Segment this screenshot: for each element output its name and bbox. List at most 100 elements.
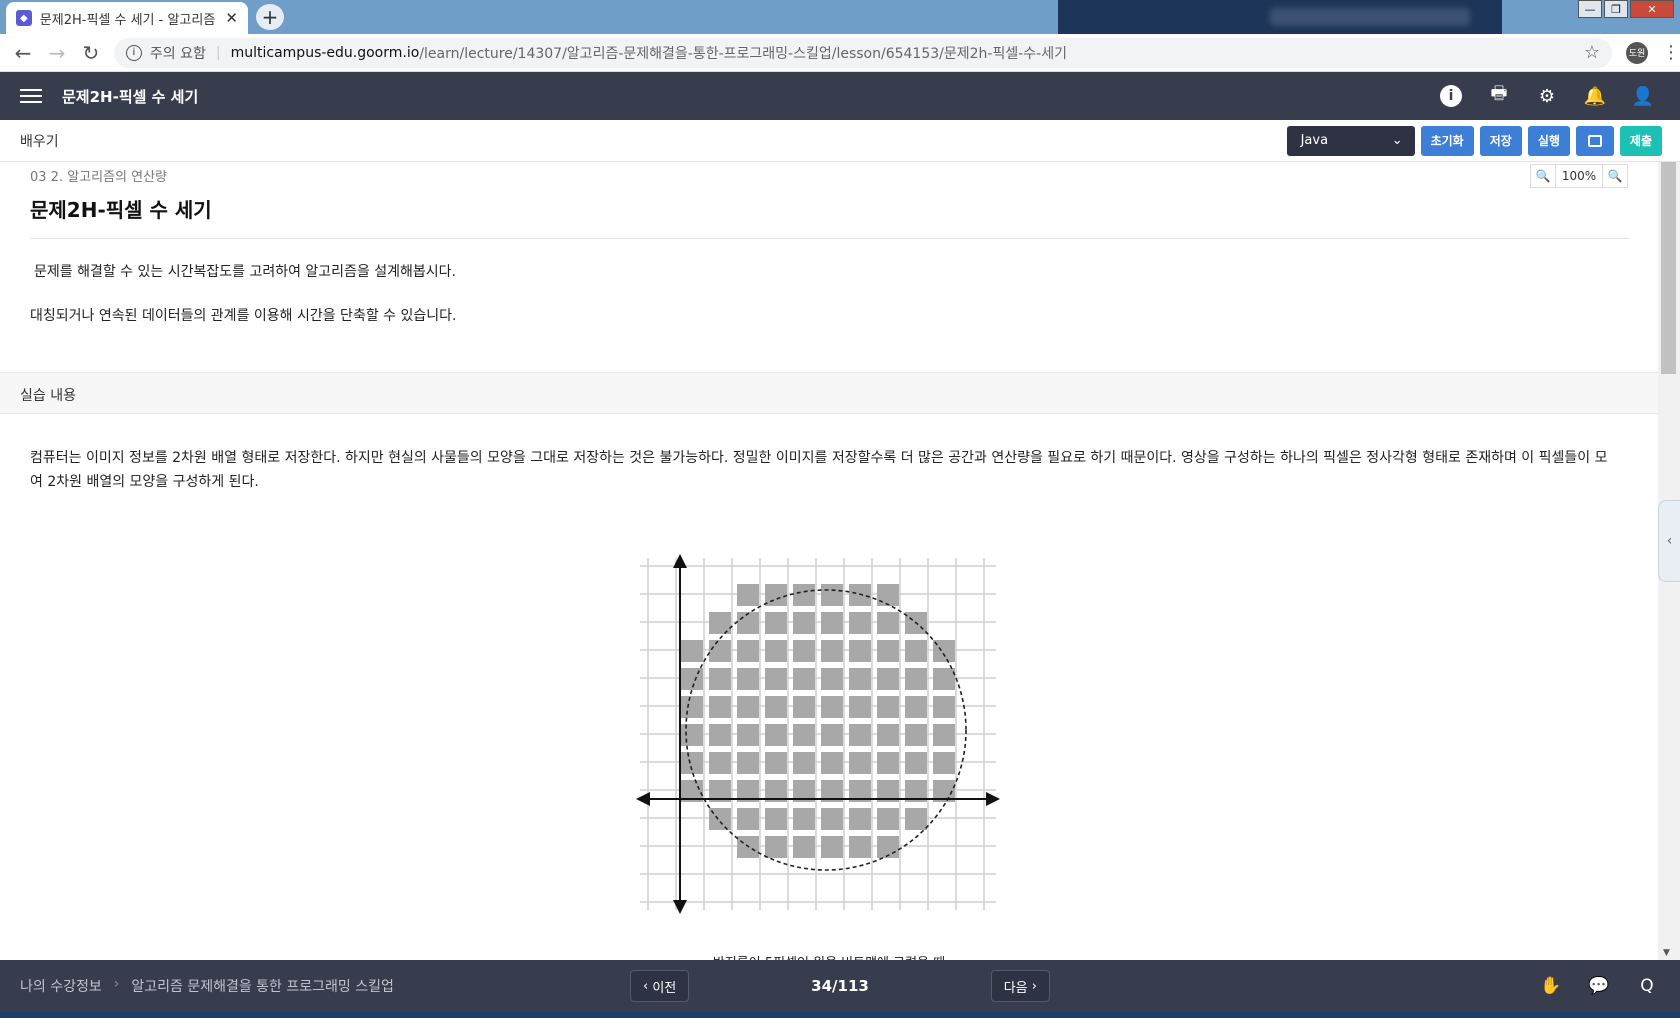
filled-pixel <box>765 808 787 830</box>
chat-icon[interactable]: 💬 <box>1588 975 1610 997</box>
description-line-2: 대칭되거나 연속된 데이터들의 관계를 이용해 시간을 단축할 수 있습니다. <box>30 308 457 324</box>
learn-label: 배우기 <box>20 133 59 150</box>
description-line-1: 문제를 해결할 수 있는 시간복잡도를 고려하여 알고리즘을 설계해봅시다. <box>34 264 456 280</box>
filled-pixel <box>793 752 815 774</box>
filled-pixel <box>933 724 955 746</box>
filled-pixel <box>877 808 899 830</box>
filled-pixel <box>849 668 871 690</box>
filled-pixel <box>821 724 843 746</box>
filled-pixel <box>877 668 899 690</box>
filled-pixel <box>905 696 927 718</box>
zoom-level: 100% <box>1555 165 1603 187</box>
filled-pixel <box>849 640 871 662</box>
pixel-circle-figure <box>636 554 1000 914</box>
reset-button[interactable]: 초기화 <box>1420 125 1474 156</box>
run-button[interactable]: 실행 <box>1527 125 1570 156</box>
filled-pixel <box>737 612 759 634</box>
forward-arrow-icon[interactable]: → <box>46 41 68 65</box>
raise-hand-icon[interactable]: ✋ <box>1540 975 1562 997</box>
filled-pixel <box>877 724 899 746</box>
filled-pixel <box>737 724 759 746</box>
bookmark-star-icon[interactable]: ☆ <box>1584 42 1600 63</box>
submit-button[interactable]: 제출 <box>1619 125 1662 156</box>
filled-pixel <box>821 668 843 690</box>
filled-pixel <box>737 640 759 662</box>
filled-pixel <box>765 584 787 606</box>
filled-pixel <box>681 752 703 774</box>
side-panel-toggle-icon[interactable]: ‹ <box>1658 500 1680 582</box>
menu-icon[interactable] <box>20 89 42 103</box>
zoom-in-icon[interactable]: 🔍 <box>1603 165 1627 187</box>
filled-pixel <box>737 808 759 830</box>
filled-pixel <box>681 724 703 746</box>
chevron-left-icon: ‹ <box>643 978 653 994</box>
bell-icon[interactable]: 🔔 <box>1584 85 1606 107</box>
save-button[interactable]: 저장 <box>1479 125 1522 156</box>
filled-pixel <box>765 696 787 718</box>
breadcrumb-my-courses[interactable]: 나의 수강정보 <box>20 976 102 996</box>
breadcrumb-course[interactable]: 알고리즘 문제해결을 통한 프로그래밍 스킬업 <box>131 976 394 996</box>
page-title: 문제2H-픽셀 수 세기 <box>62 87 199 106</box>
footer-bar: 나의 수강정보 › 알고리즘 문제해결을 통한 프로그래밍 스킬업 ‹ 이전 3… <box>0 960 1680 1012</box>
filled-pixel <box>709 752 731 774</box>
tab-close-icon[interactable]: ✕ <box>225 9 238 27</box>
prev-button[interactable]: ‹ 이전 <box>630 970 690 1002</box>
user-icon[interactable]: 👤 <box>1632 85 1654 107</box>
filled-pixel <box>877 752 899 774</box>
close-window-icon[interactable]: ✕ <box>1630 0 1674 18</box>
next-label: 다음 <box>1003 980 1028 996</box>
url-input[interactable]: i 주의 요함 | multicampus-edu.goorm.io /lear… <box>113 37 1613 68</box>
back-arrow-icon[interactable]: ← <box>12 41 34 65</box>
new-tab-button[interactable]: + <box>256 4 284 30</box>
zoom-control: 🔍 100% 🔍 <box>1530 164 1628 188</box>
zoom-out-icon[interactable]: 🔍 <box>1531 165 1555 187</box>
qa-icon[interactable]: Q <box>1636 975 1658 997</box>
filled-pixel <box>849 836 871 858</box>
section-title: 실습 내용 <box>20 388 76 404</box>
browser-menu-icon[interactable]: ⋮ <box>1662 42 1680 63</box>
filled-pixel <box>709 668 731 690</box>
filled-pixel <box>681 640 703 662</box>
y-axis-arrow-up <box>673 554 687 568</box>
filled-pixel <box>765 724 787 746</box>
minimize-icon[interactable]: — <box>1578 0 1602 18</box>
browser-tab-active[interactable]: ◆ 문제2H-픽셀 수 세기 - 알고리즘 ✕ <box>6 2 248 34</box>
filled-pixel <box>849 808 871 830</box>
filled-pixel <box>905 724 927 746</box>
x-axis-arrow-left <box>636 792 650 806</box>
filled-pixel <box>821 584 843 606</box>
filled-pixel <box>821 696 843 718</box>
section-header: 실습 내용 <box>0 372 1658 414</box>
filled-pixel <box>877 696 899 718</box>
scrollbar-thumb[interactable] <box>1661 162 1676 374</box>
print-icon[interactable]: 🖶 <box>1488 83 1510 107</box>
page-count: 34/113 <box>811 977 869 995</box>
filled-pixel <box>793 640 815 662</box>
filled-pixel <box>849 612 871 634</box>
next-button[interactable]: 다음 › <box>990 970 1050 1002</box>
filled-pixel <box>849 724 871 746</box>
address-bar: ← → ↻ i 주의 요함 | multicampus-edu.goorm.io… <box>0 34 1680 72</box>
filled-pixel <box>765 752 787 774</box>
url-path: /learn/lecture/14307/알고리즘-문제해결을-통한-프로그래밍… <box>419 45 1067 62</box>
info-icon[interactable]: i <box>125 44 142 61</box>
restore-icon[interactable]: ❐ <box>1604 0 1628 18</box>
reload-icon[interactable]: ↻ <box>80 41 102 65</box>
filled-pixel <box>681 696 703 718</box>
problem-body: 컴퓨터는 이미지 정보를 2차원 배열 형태로 저장한다. 하지만 현실의 사물… <box>30 450 1608 490</box>
gear-icon[interactable]: ⚙ <box>1536 85 1558 107</box>
filled-pixel <box>905 808 927 830</box>
lesson-pager: ‹ 이전 34/113 다음 › <box>630 970 1050 1002</box>
terminal-button[interactable] <box>1575 125 1614 156</box>
info-icon[interactable]: i <box>1440 85 1462 107</box>
goorm-favicon-icon: ◆ <box>16 10 32 26</box>
filled-pixel <box>793 724 815 746</box>
profile-avatar[interactable]: 도원 <box>1626 41 1648 64</box>
filled-pixel <box>933 668 955 690</box>
x-axis-arrow-right <box>986 792 1000 806</box>
filled-pixel <box>933 752 955 774</box>
language-select[interactable]: Java ⌄ <box>1286 125 1415 156</box>
scroll-down-icon[interactable]: ▼ <box>1663 948 1670 958</box>
filled-pixel <box>709 696 731 718</box>
filled-pixel <box>709 612 731 634</box>
